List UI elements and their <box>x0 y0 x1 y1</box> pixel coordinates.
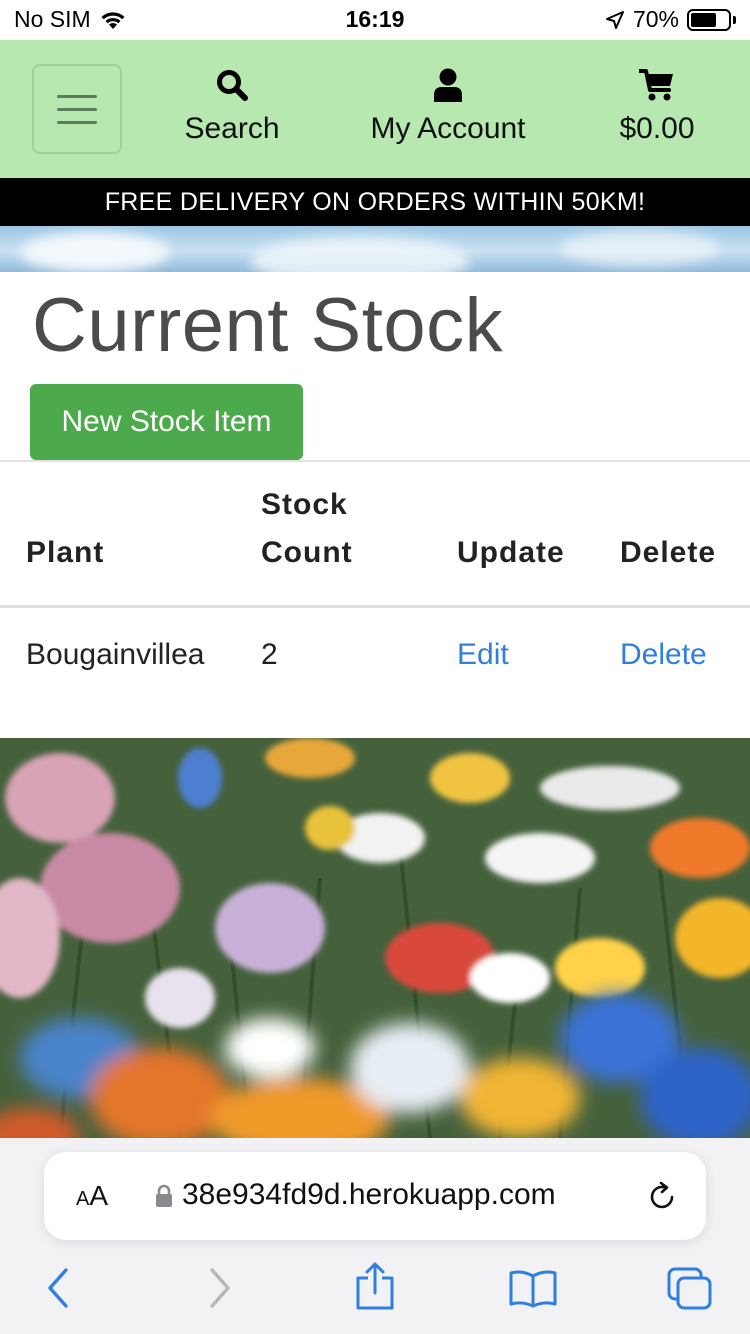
location-arrow-icon <box>605 10 624 29</box>
battery-nub <box>733 15 736 24</box>
text-size-large-a: A <box>89 1180 109 1211</box>
nav-account-label: My Account <box>370 112 526 145</box>
back-icon[interactable] <box>42 1266 74 1310</box>
header-stock-line2: Count <box>261 536 353 569</box>
battery-icon <box>687 8 731 31</box>
status-right: 70% <box>605 6 736 33</box>
status-bar: No SIM 16:19 70% <box>0 0 750 40</box>
hero-sky-image <box>0 226 750 272</box>
nav-search-label: Search <box>184 112 280 145</box>
nav-account-link[interactable]: My Account <box>352 68 544 146</box>
hamburger-icon-line <box>57 120 97 124</box>
hamburger-icon-line <box>57 107 97 111</box>
battery-percent: 70% <box>632 6 679 32</box>
menu-toggle-button[interactable] <box>32 64 122 154</box>
edit-link[interactable]: Edit <box>457 638 509 672</box>
header-delete: Delete <box>620 536 717 569</box>
nav-cart-link[interactable]: $0.00 <box>596 68 718 146</box>
delivery-banner: FREE DELIVERY ON ORDERS WITHIN 50KM! <box>0 178 750 226</box>
text-size-small-a: A <box>76 1188 90 1210</box>
forward-icon[interactable] <box>204 1266 236 1310</box>
user-icon <box>434 68 462 102</box>
tabs-icon[interactable] <box>666 1266 714 1312</box>
address-bar[interactable]: AA 38e934fd9d.herokuapp.com <box>44 1152 706 1240</box>
header-update: Update <box>457 536 565 569</box>
reload-icon[interactable] <box>646 1180 678 1212</box>
cart-icon <box>639 69 673 101</box>
header-stock-line1: Stock <box>261 488 348 521</box>
flowers-background-image <box>0 738 750 1138</box>
reader-text-size-button[interactable]: AA <box>76 1180 108 1212</box>
page-title: Current Stock <box>32 283 504 368</box>
cell-stock-count: 2 <box>261 638 278 671</box>
delete-link[interactable]: Delete <box>620 638 707 672</box>
table-row: Bougainvillea 2 Edit Delete <box>0 608 750 712</box>
lock-icon <box>156 1184 172 1207</box>
browser-toolbar: AA 38e934fd9d.herokuapp.com <box>0 1138 750 1334</box>
share-icon[interactable] <box>354 1262 396 1312</box>
nav-search-link[interactable]: Search <box>170 68 294 146</box>
header-stock-count: Stock Count <box>261 481 353 577</box>
new-stock-item-button[interactable]: New Stock Item <box>30 384 303 460</box>
bookmarks-icon[interactable] <box>508 1268 558 1308</box>
url-text: 38e934fd9d.herokuapp.com <box>182 1178 556 1211</box>
header-plant: Plant <box>26 536 105 569</box>
cart-total: $0.00 <box>619 112 695 145</box>
stock-table: Plant Stock Count Update Delete Bougainv… <box>0 460 750 712</box>
flowers-illustration <box>0 738 750 1138</box>
search-icon <box>217 70 248 101</box>
site-header: Search My Account $0.00 <box>0 40 750 178</box>
stock-content: Current Stock New Stock Item Plant Stock… <box>0 272 750 738</box>
cell-plant: Bougainvillea <box>26 638 205 671</box>
battery-fill <box>691 12 717 27</box>
table-header: Plant Stock Count Update Delete <box>0 460 750 608</box>
hamburger-icon <box>57 94 97 98</box>
